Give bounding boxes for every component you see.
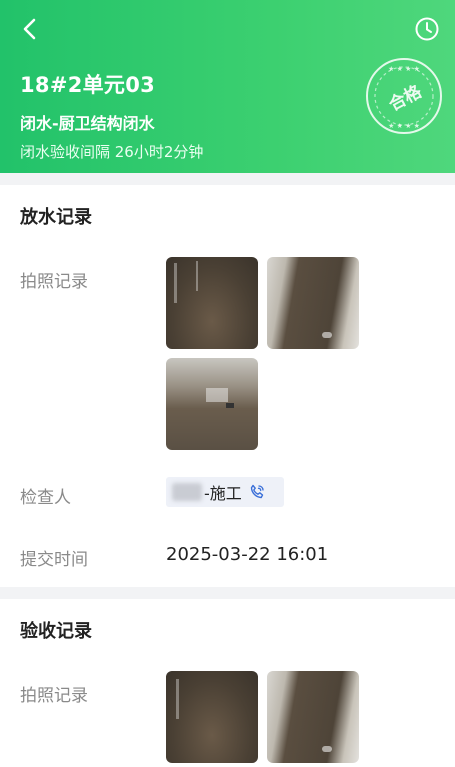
header-banner: 18#2单元03 闭水-厨卫结构闭水 闭水验收间隔 26小时2分钟 ★ ★ ★ … (0, 0, 455, 173)
drain-photo-2[interactable] (267, 257, 359, 349)
inspector-name: -施工 (204, 484, 242, 503)
clock-icon[interactable] (414, 16, 440, 42)
drain-record-title: 放水记录 (20, 207, 92, 228)
acceptance-photo-1[interactable] (166, 671, 258, 763)
back-icon[interactable] (18, 16, 44, 42)
submit-time-value: 2025-03-22 16:01 (166, 544, 329, 565)
inspection-interval: 闭水验收间隔 26小时2分钟 (20, 143, 204, 161)
drain-photo-label: 拍照记录 (20, 272, 88, 292)
acceptance-record-title: 验收记录 (20, 621, 92, 642)
inspection-type: 闭水-厨卫结构闭水 (20, 114, 155, 133)
pass-stamp: ★ ★ ★ ★ ★ ★ ★ ★ 合格 (364, 56, 444, 136)
acceptance-photo-label: 拍照记录 (20, 686, 88, 706)
inspector-label: 检查人 (20, 488, 71, 508)
submit-time-label: 提交时间 (20, 550, 88, 570)
phone-icon[interactable] (248, 483, 266, 501)
acceptance-photo-2[interactable] (267, 671, 359, 763)
drain-photo-1[interactable] (166, 257, 258, 349)
inspector-chip[interactable]: -施工 (166, 477, 284, 507)
inspector-name-blur (172, 483, 202, 501)
page-title: 18#2单元03 (20, 73, 156, 97)
drain-photo-3[interactable] (166, 358, 258, 450)
